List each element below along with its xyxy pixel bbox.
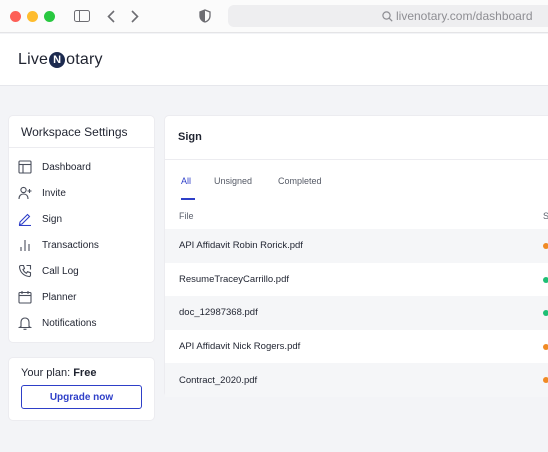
plan-label: Your plan: Free (21, 367, 142, 379)
status-indicator (543, 343, 548, 350)
calendar-icon (18, 290, 32, 304)
file-name[interactable]: API Affidavit Robin Rorick.pdf (179, 240, 303, 251)
page-title: Sign (165, 116, 548, 160)
active-tab-indicator (181, 198, 195, 200)
logo-text-right: otary (66, 51, 103, 68)
status-indicator (543, 377, 548, 384)
sign-panel: Sign All Unsigned Completed File S API A… (165, 116, 548, 397)
app-header: Live N otary (0, 34, 548, 86)
sidebar-item-label: Call Log (42, 265, 79, 277)
table-row[interactable]: Contract_2020.pdf (165, 363, 548, 397)
table-row[interactable]: API Affidavit Nick Rogers.pdf (165, 330, 548, 364)
add-user-icon (18, 186, 32, 200)
sidebar-item-label: Planner (42, 291, 77, 303)
livenotary-logo[interactable]: Live N otary (18, 51, 103, 69)
sidebar-item-call-log[interactable]: Call Log (9, 258, 154, 284)
sidebar-menu: Dashboard Invite Sign Transactions Call … (9, 148, 154, 336)
upgrade-button[interactable]: Upgrade now (21, 385, 142, 409)
sidebar-title: Workspace Settings (9, 116, 154, 148)
tab-completed[interactable]: Completed (278, 176, 322, 186)
status-indicator (543, 243, 548, 249)
search-icon (382, 9, 393, 27)
maximize-window-button[interactable] (44, 11, 55, 22)
plan-prefix: Your plan: (21, 367, 74, 379)
sidebar-item-label: Sign (42, 213, 63, 225)
table-row[interactable]: ResumeTraceyCarrillo.pdf (165, 263, 548, 297)
sidebar-item-invite[interactable]: Invite (9, 180, 154, 206)
sidebar-item-label: Dashboard (42, 161, 91, 173)
logo-text-left: Live (18, 51, 49, 68)
status-indicator (543, 310, 548, 317)
sidebar-item-planner[interactable]: Planner (9, 284, 154, 310)
file-name[interactable]: ResumeTraceyCarrillo.pdf (179, 274, 289, 285)
column-header-status[interactable]: S (543, 211, 548, 221)
file-name[interactable]: Contract_2020.pdf (179, 375, 257, 386)
address-text[interactable]: livenotary.com/dashboard (396, 9, 533, 23)
privacy-shield-icon[interactable] (198, 6, 212, 26)
sidebar-item-sign[interactable]: Sign (9, 206, 154, 232)
logo-n-mark: N (49, 52, 66, 68)
minimize-window-button[interactable] (27, 11, 38, 22)
sidebar-item-dashboard[interactable]: Dashboard (9, 154, 154, 180)
sidebar-item-label: Invite (42, 187, 66, 199)
browser-toolbar: livenotary.com/dashboard (0, 0, 548, 33)
sidebar-toggle-icon[interactable] (72, 6, 92, 26)
plan-name: Free (73, 367, 97, 379)
column-header-file[interactable]: File (179, 211, 194, 221)
layout-icon (18, 160, 32, 174)
table-row[interactable]: API Affidavit Robin Rorick.pdf (165, 229, 548, 263)
bar-chart-icon (18, 238, 32, 252)
table-row[interactable]: doc_12987368.pdf (165, 296, 548, 330)
close-window-button[interactable] (10, 11, 21, 22)
sign-tabs: All Unsigned Completed (165, 160, 548, 204)
file-name[interactable]: API Affidavit Nick Rogers.pdf (179, 341, 300, 352)
back-icon[interactable] (104, 6, 118, 26)
file-table: API Affidavit Robin Rorick.pdf ResumeTra… (165, 229, 548, 397)
phone-icon (18, 264, 32, 278)
forward-icon[interactable] (128, 6, 142, 26)
sidebar-item-label: Transactions (42, 239, 99, 251)
tab-unsigned[interactable]: Unsigned (214, 176, 252, 186)
pen-icon (18, 212, 32, 226)
status-indicator (543, 276, 548, 283)
sidebar-item-notifications[interactable]: Notifications (9, 310, 154, 336)
tab-all[interactable]: All (181, 176, 191, 186)
sidebar-item-transactions[interactable]: Transactions (9, 232, 154, 258)
sidebar-item-label: Notifications (42, 317, 97, 329)
bell-icon (18, 316, 32, 330)
file-name[interactable]: doc_12987368.pdf (179, 307, 258, 318)
workspace-settings-panel: Workspace Settings Dashboard Invite Sign… (9, 116, 154, 342)
plan-card: Your plan: Free Upgrade now (9, 358, 154, 420)
